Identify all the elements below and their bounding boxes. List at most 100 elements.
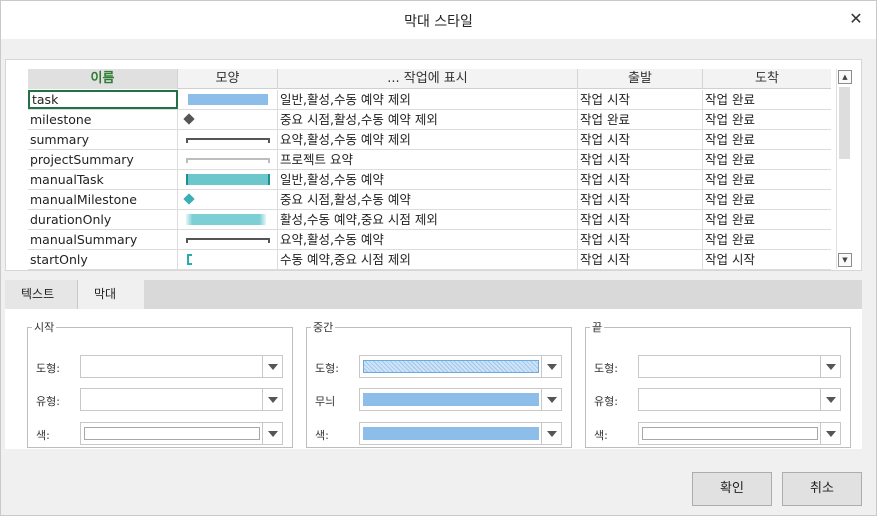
table-row[interactable]: projectSummary 프로젝트 요약 작업 시작 작업 완료 xyxy=(28,150,831,170)
row-to[interactable]: 작업 시작 xyxy=(703,250,831,269)
tab-bars[interactable]: 막대 xyxy=(78,280,144,309)
chevron-down-icon[interactable] xyxy=(262,356,282,377)
chevron-down-icon[interactable] xyxy=(541,389,561,410)
row-name[interactable]: startOnly xyxy=(28,250,178,269)
start-shape-row: 도형: xyxy=(36,355,286,379)
middle-pattern-swatch xyxy=(363,393,539,406)
ok-button[interactable]: 확인 xyxy=(692,472,772,506)
start-type-select[interactable] xyxy=(80,388,283,411)
table-row[interactable]: manualMilestone 중요 시점,활성,수동 예약 작업 시작 작업 … xyxy=(28,190,831,210)
row-shape[interactable] xyxy=(178,110,278,129)
header-to[interactable]: 도착 xyxy=(703,69,831,89)
chevron-down-icon[interactable] xyxy=(262,389,282,410)
grid-vertical-scrollbar[interactable]: ▲ ▼ xyxy=(836,69,852,269)
row-to[interactable]: 작업 완료 xyxy=(703,90,831,109)
start-shape-select[interactable] xyxy=(80,355,283,378)
start-color-select[interactable] xyxy=(80,422,283,445)
scroll-down-icon[interactable]: ▼ xyxy=(838,253,852,267)
row-from[interactable]: 작업 시작 xyxy=(578,150,703,169)
row-shape[interactable] xyxy=(178,250,278,269)
table-row[interactable]: manualSummary 요약,활성,수동 예약 작업 시작 작업 완료 xyxy=(28,230,831,250)
table-row[interactable]: summary 요약,활성,수동 예약 제외 작업 시작 작업 완료 xyxy=(28,130,831,150)
row-to[interactable]: 작업 완료 xyxy=(703,210,831,229)
middle-shape-select[interactable] xyxy=(359,355,562,378)
row-shape[interactable] xyxy=(178,190,278,209)
tab-text[interactable]: 텍스트 xyxy=(5,280,78,309)
row-name[interactable]: durationOnly xyxy=(28,210,178,229)
cancel-button[interactable]: 취소 xyxy=(782,472,862,506)
row-show-for[interactable]: 일반,활성,수동 예약 xyxy=(278,170,578,189)
row-show-for[interactable]: 프로젝트 요약 xyxy=(278,150,578,169)
bar-styles-grid: 이름 모양 ... 작업에 표시 출발 도착 task 일반,활성,수동 예약 … xyxy=(5,59,862,271)
row-from[interactable]: 작업 시작 xyxy=(578,90,703,109)
end-shape-select[interactable] xyxy=(638,355,841,378)
chevron-down-icon[interactable] xyxy=(820,389,840,410)
row-from[interactable]: 작업 시작 xyxy=(578,190,703,209)
close-icon[interactable]: ✕ xyxy=(846,9,866,29)
row-to[interactable]: 작업 완료 xyxy=(703,190,831,209)
header-name[interactable]: 이름 xyxy=(28,69,178,89)
middle-color-select[interactable] xyxy=(359,422,562,445)
start-color-swatch xyxy=(84,427,260,440)
row-show-for[interactable]: 요약,활성,수동 예약 xyxy=(278,230,578,249)
end-shape-label: 도형: xyxy=(594,362,618,375)
row-show-for[interactable]: 중요 시점,활성,수동 예약 xyxy=(278,190,578,209)
row-name[interactable]: manualTask xyxy=(28,170,178,189)
chevron-down-icon[interactable] xyxy=(820,423,840,444)
row-from[interactable]: 작업 시작 xyxy=(578,250,703,269)
row-from[interactable]: 작업 시작 xyxy=(578,170,703,189)
row-to[interactable]: 작업 완료 xyxy=(703,110,831,129)
end-group-legend: 끝 xyxy=(592,321,603,334)
header-from[interactable]: 출발 xyxy=(578,69,703,89)
row-shape[interactable] xyxy=(178,230,278,249)
row-shape[interactable] xyxy=(178,150,278,169)
row-from[interactable]: 작업 시작 xyxy=(578,210,703,229)
end-type-select[interactable] xyxy=(638,388,841,411)
scroll-thumb[interactable] xyxy=(839,87,850,159)
row-to[interactable]: 작업 완료 xyxy=(703,170,831,189)
row-show-for[interactable]: 요약,활성,수동 예약 제외 xyxy=(278,130,578,149)
table-row[interactable]: milestone 중요 시점,활성,수동 예약 제외 작업 완료 작업 완료 xyxy=(28,110,831,130)
table-row[interactable]: task 일반,활성,수동 예약 제외 작업 시작 작업 완료 xyxy=(28,90,831,110)
bar-style-dialog: 막대 스타일 ✕ 이름 모양 ... 작업에 표시 출발 도착 task 일반,… xyxy=(0,0,877,516)
row-name[interactable]: task xyxy=(28,90,178,109)
start-type-value xyxy=(84,393,260,406)
row-name[interactable]: manualMilestone xyxy=(28,190,178,209)
row-from[interactable]: 작업 완료 xyxy=(578,110,703,129)
table-row[interactable]: durationOnly 활성,수동 예약,중요 시점 제외 작업 시작 작업 … xyxy=(28,210,831,230)
row-show-for[interactable]: 활성,수동 예약,중요 시점 제외 xyxy=(278,210,578,229)
row-show-for[interactable]: 일반,활성,수동 예약 제외 xyxy=(278,90,578,109)
dark-bracket-shape xyxy=(186,238,270,243)
row-shape[interactable] xyxy=(178,210,278,229)
chevron-down-icon[interactable] xyxy=(541,423,561,444)
table-row[interactable]: startOnly 수동 예약,중요 시점 제외 작업 시작 작업 시작 xyxy=(28,250,831,270)
row-name[interactable]: manualSummary xyxy=(28,230,178,249)
table-row[interactable]: manualTask 일반,활성,수동 예약 작업 시작 작업 완료 xyxy=(28,170,831,190)
row-name[interactable]: summary xyxy=(28,130,178,149)
row-shape[interactable] xyxy=(178,130,278,149)
scroll-up-icon[interactable]: ▲ xyxy=(838,70,852,84)
chevron-down-icon[interactable] xyxy=(820,356,840,377)
middle-pattern-select[interactable] xyxy=(359,388,562,411)
start-color-row: 색: xyxy=(36,422,286,446)
chevron-down-icon[interactable] xyxy=(541,356,561,377)
chevron-down-icon[interactable] xyxy=(262,423,282,444)
dark-bracket-shape xyxy=(186,138,270,143)
gray-diamond-shape xyxy=(183,113,195,125)
row-to[interactable]: 작업 완료 xyxy=(703,130,831,149)
row-name[interactable]: milestone xyxy=(28,110,178,129)
row-shape[interactable] xyxy=(178,170,278,189)
row-name[interactable]: projectSummary xyxy=(28,150,178,169)
end-color-select[interactable] xyxy=(638,422,841,445)
header-shape[interactable]: 모양 xyxy=(178,69,278,89)
row-to[interactable]: 작업 완료 xyxy=(703,230,831,249)
row-show-for[interactable]: 수동 예약,중요 시점 제외 xyxy=(278,250,578,269)
bars-tab-panel: 시작 도형: 유형: 색: 중간 도형: 무늬 색: 끝 도형: 유형: 색: xyxy=(5,309,862,449)
row-shape[interactable] xyxy=(178,90,278,109)
row-to[interactable]: 작업 완료 xyxy=(703,150,831,169)
row-show-for[interactable]: 중요 시점,활성,수동 예약 제외 xyxy=(278,110,578,129)
row-from[interactable]: 작업 시작 xyxy=(578,130,703,149)
header-show-for[interactable]: ... 작업에 표시 xyxy=(278,69,578,89)
middle-color-row: 색: xyxy=(315,422,565,446)
row-from[interactable]: 작업 시작 xyxy=(578,230,703,249)
